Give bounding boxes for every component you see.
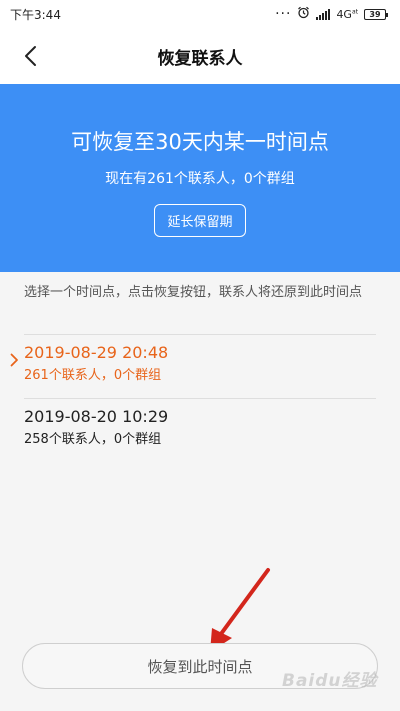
restore-banner: 可恢复至30天内某一时间点 现在有261个联系人，0个群组 延长保留期 [0, 84, 400, 272]
extend-retention-button[interactable]: 延长保留期 [154, 204, 246, 237]
snapshot-detail: 258个联系人，0个群组 [24, 432, 162, 447]
status-icons: ··· 4Gat 39 [275, 6, 388, 22]
contact-count: 现在有261个联系人，0个群组 [105, 171, 295, 187]
snapshot-detail: 261个联系人，0个群组 [24, 368, 162, 383]
title-bar: 恢复联系人 [0, 28, 400, 84]
chevron-right-icon [10, 352, 19, 371]
snapshot-item-selected[interactable]: 2019-08-29 20:48 261个联系人，0个群组 [10, 336, 376, 396]
signal-icon [316, 8, 331, 20]
notification-dots: ··· [275, 6, 292, 22]
snapshot-time: 2019-08-29 20:48 [24, 343, 169, 362]
watermark: Baidu经验 [282, 671, 378, 691]
page-title: 恢复联系人 [157, 48, 243, 69]
alarm-icon [297, 6, 310, 22]
status-time: 下午3:44 [10, 7, 61, 22]
snapshot-time: 2019-08-20 10:29 [24, 407, 169, 426]
battery-icon: 39 [364, 8, 388, 20]
status-bar: 下午3:44 ··· 4Gat 39 [0, 0, 400, 28]
back-button[interactable] [16, 42, 44, 70]
banner-heading: 可恢复至30天内某一时间点 [71, 130, 329, 154]
chevron-left-icon [25, 46, 36, 66]
divider [24, 334, 376, 335]
network-type: 4Gat [336, 7, 358, 21]
snapshot-item[interactable]: 2019-08-20 10:29 258个联系人，0个群组 [24, 400, 376, 460]
instruction-text: 选择一个时间点，点击恢复按钮，联系人将还原到此时间点 [24, 285, 363, 300]
divider [24, 398, 376, 399]
